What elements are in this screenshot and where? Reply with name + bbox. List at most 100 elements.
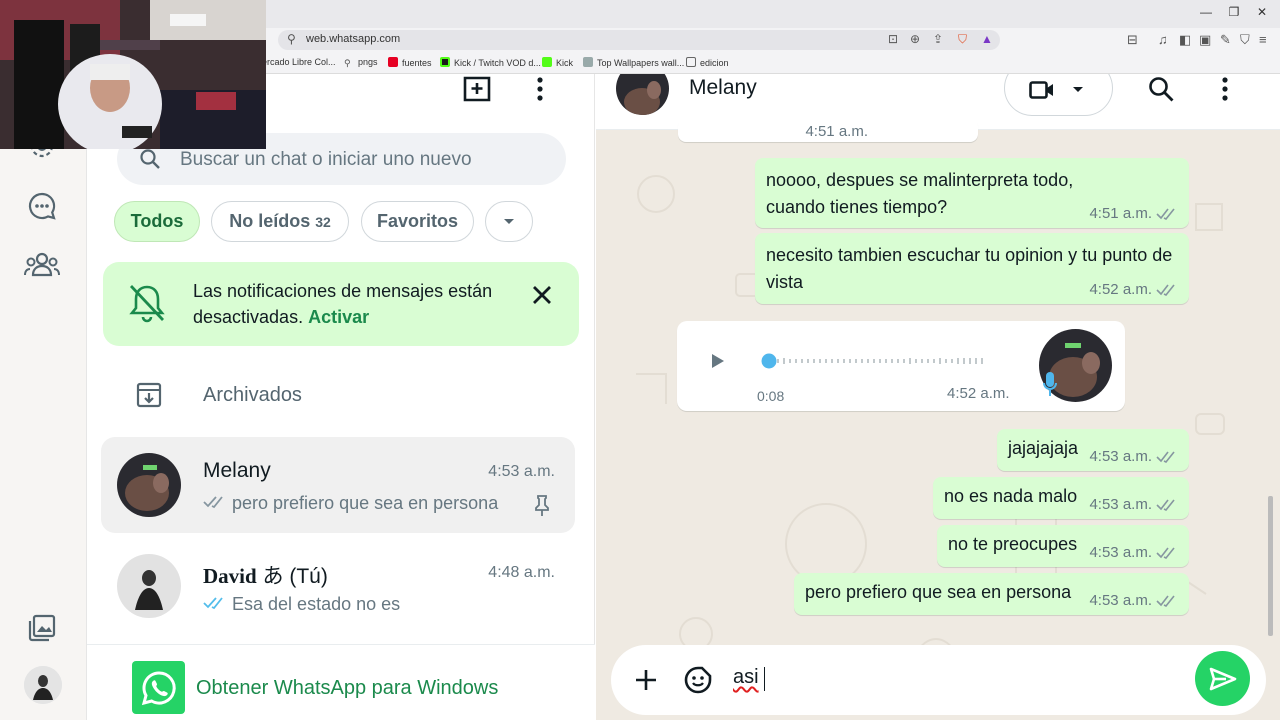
communities-icon[interactable]	[22, 244, 62, 284]
close-window-icon[interactable]: ✕	[1252, 5, 1272, 19]
bookmark-fuentes[interactable]: fuentes	[388, 57, 432, 68]
bell-off-icon	[129, 285, 165, 323]
new-chat-icon[interactable]	[462, 76, 492, 107]
avatar	[117, 554, 181, 618]
message-text: no es nada malo	[944, 486, 1078, 506]
chat-name: David あ (Tú)	[203, 564, 328, 588]
archive-icon	[136, 382, 162, 408]
voice-time: 4:52 a.m.	[947, 385, 1010, 402]
conversation-panel: Melany 4:51 a.m. noooo, despues se malin…	[596, 74, 1280, 720]
archived-label: Archivados	[203, 384, 302, 406]
bookmark-edicion[interactable]: edicion	[686, 57, 729, 68]
profile-avatar[interactable]	[24, 666, 62, 704]
play-icon[interactable]	[711, 353, 725, 369]
menu-dots-icon[interactable]	[533, 76, 547, 107]
message-bubble: no es nada malo 4:53 a.m.	[933, 477, 1189, 519]
pin-icon: ⚲	[344, 58, 351, 68]
share-icon[interactable]: ⇪	[933, 32, 943, 46]
message-composer: asi	[611, 645, 1266, 715]
contact-avatar[interactable]	[616, 74, 669, 115]
restore-icon[interactable]: ❐	[1224, 5, 1244, 19]
double-check-icon	[203, 496, 223, 509]
filter-favorites-chip[interactable]: Favoritos	[361, 201, 474, 242]
voice-duration: 0:08	[757, 388, 785, 404]
wallet-icon[interactable]: ▣	[1199, 32, 1211, 48]
message-input[interactable]: asi	[733, 666, 759, 689]
send-icon	[1209, 667, 1236, 690]
plus-icon[interactable]	[635, 669, 657, 691]
kick-icon	[542, 57, 552, 67]
filter-all-chip[interactable]: Todos	[114, 201, 200, 242]
url-text[interactable]: web.whatsapp.com	[306, 33, 400, 45]
voice-message: 0:08 4:52 a.m.	[677, 321, 1125, 411]
install-icon[interactable]: ⊡	[888, 32, 898, 46]
archived-row[interactable]: Archivados	[87, 364, 595, 428]
message-meta: 4:53 a.m.	[1089, 544, 1178, 561]
brave-shield-icon[interactable]: ⛉	[958, 32, 967, 47]
video-call-button[interactable]	[1004, 74, 1113, 116]
media-icon[interactable]: ♫	[1158, 32, 1168, 47]
send-button[interactable]	[1195, 651, 1250, 706]
message-bubble: noooo, despues se malinterpreta todo, cu…	[755, 158, 1189, 228]
text-cursor	[764, 667, 765, 691]
search-icon[interactable]	[1148, 76, 1174, 102]
sidebar-icon[interactable]: ◧	[1179, 32, 1191, 48]
activate-notifications-link[interactable]: Activar	[308, 307, 369, 327]
message-bubble: pero prefiero que sea en persona 4:53 a.…	[794, 573, 1189, 615]
filter-unread-chip[interactable]: No leídos 32	[211, 201, 349, 242]
get-whatsapp-banner[interactable]: Obtener WhatsApp para Windows	[87, 644, 595, 720]
pinterest-icon	[388, 57, 398, 67]
contact-name[interactable]: Melany	[689, 76, 757, 100]
chevron-down-icon	[504, 218, 514, 224]
whatsapp-icon	[132, 661, 185, 714]
message-text: pero prefiero que sea en persona	[805, 582, 1072, 602]
wallpapers-icon	[583, 57, 593, 67]
double-check-icon	[1156, 499, 1175, 511]
brave-rewards-icon[interactable]: ▲	[981, 32, 993, 46]
chat-row-david[interactable]: David あ (Tú) 4:48 a.m. Esa del estado no…	[101, 538, 575, 634]
chat-name: Melany	[203, 459, 271, 482]
close-icon[interactable]	[531, 284, 553, 306]
bookmark-wallpapers[interactable]: Top Wallpapers wall...	[583, 57, 684, 68]
voice-waveform[interactable]	[761, 353, 1011, 369]
minimize-icon[interactable]: —	[1196, 5, 1216, 19]
chat-row-melany[interactable]: Melany 4:53 a.m. pero prefiero que sea e…	[101, 437, 575, 533]
bookmark-pngs[interactable]: ⚲ pngs	[344, 57, 378, 68]
bookmark-kick-vod[interactable]: Kick / Twitch VOD d...	[440, 57, 541, 68]
read-check-icon	[203, 597, 223, 610]
menu-icon[interactable]: ≡	[1259, 32, 1267, 47]
zoom-icon[interactable]: ⊕	[910, 32, 920, 46]
message-bubble: no te preocupes 4:53 a.m.	[937, 525, 1189, 567]
channels-icon[interactable]	[22, 186, 62, 226]
leo-icon[interactable]: ✎	[1220, 32, 1231, 48]
message-bubble-partial: 4:51 a.m.	[678, 118, 978, 142]
media-gallery-icon[interactable]	[22, 608, 62, 648]
message-meta: 4:52 a.m.	[1089, 281, 1178, 298]
address-bar[interactable]: ⚲ web.whatsapp.com ⊡ ⊕ ⇪ ⛉ ▲	[278, 30, 1000, 50]
bookmark-kick[interactable]: Kick	[542, 57, 573, 68]
app-root: — ❐ ✕ ⚲ web.whatsapp.com ⊡ ⊕ ⇪ ⛉ ▲ ⊟ ♫ ◧…	[0, 0, 1280, 720]
get-app-label: Obtener WhatsApp para Windows	[196, 677, 499, 699]
double-check-icon	[1156, 284, 1175, 296]
filter-more-chip[interactable]	[485, 201, 533, 242]
chat-list-panel: Buscar un chat o iniciar uno nuevo Todos…	[87, 74, 681, 720]
site-info-icon[interactable]: ⚲	[287, 32, 296, 46]
kick-vod-icon	[440, 57, 450, 67]
conversation-scrollbar[interactable]	[1268, 496, 1273, 636]
double-check-icon	[1156, 595, 1175, 607]
chat-preview: Esa del estado no es	[203, 594, 400, 615]
vpn-icon[interactable]: ⛉	[1240, 32, 1250, 48]
notification-text: Las notificaciones de mensajes están des…	[193, 281, 493, 327]
menu-dots-icon[interactable]	[1218, 76, 1232, 102]
unread-count: 32	[315, 213, 331, 230]
message-meta: 4:51 a.m.	[1089, 205, 1178, 222]
chevron-down-icon	[1073, 87, 1083, 92]
tab-search-icon[interactable]: ⊟	[1127, 32, 1138, 48]
message-meta: 4:53 a.m.	[1089, 448, 1178, 465]
sticker-emoji-icon[interactable]	[684, 666, 712, 694]
bookmark-mercadolibre[interactable]: ercado Libre Col...	[262, 57, 336, 67]
chat-time: 4:53 a.m.	[488, 463, 555, 480]
chat-preview: pero prefiero que sea en persona	[203, 493, 498, 514]
video-camera-icon	[1029, 81, 1053, 99]
message-bubble: jajajajaja 4:53 a.m.	[997, 429, 1189, 471]
